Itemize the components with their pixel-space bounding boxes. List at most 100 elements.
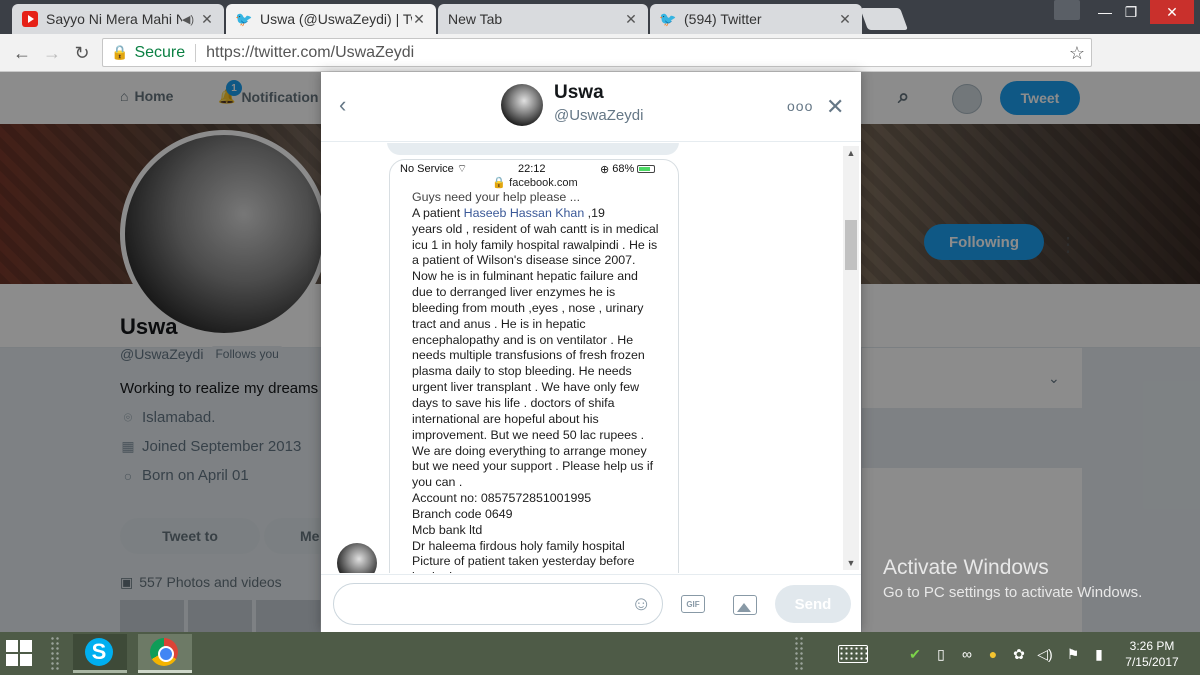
watermark-subtitle: Go to PC settings to activate Windows. <box>883 584 1143 601</box>
scrollbar-thumb[interactable] <box>845 220 857 270</box>
tab-title: Sayyo Ni Mera Mahi N <box>46 11 182 27</box>
battery-indicator: ⊕ 68% <box>600 163 656 176</box>
post-line: encephalopathy and is on ventilator . He <box>412 332 634 347</box>
skype-icon: S <box>85 638 113 666</box>
site-label: facebook.com <box>509 177 578 189</box>
close-tab-icon[interactable]: ✕ <box>200 11 214 28</box>
speaker-icon[interactable]: ◀) <box>182 13 194 26</box>
chrome-icon <box>150 638 178 666</box>
network-signal-icon[interactable]: ▮ <box>1090 645 1108 663</box>
post-line: icu 1 in holy family hospital rawalpindi… <box>412 237 658 252</box>
divider <box>195 43 197 62</box>
secure-label: Secure <box>134 43 186 61</box>
patient-name-link[interactable]: Haseeb Hassan Khan <box>464 206 585 220</box>
post-line: Dr haleema firdous holy family hospital <box>412 538 625 553</box>
post-line: international are hopeful about his <box>412 411 599 426</box>
rotation-lock-icon: ⊕ <box>600 163 610 176</box>
direct-message-dialog: ‹ Uswa @UswaZeydi ooo ✕ No Service ⌔ 22:… <box>321 72 861 632</box>
close-tab-icon[interactable]: ✕ <box>412 11 426 28</box>
taskbar-skype[interactable]: S <box>73 634 127 673</box>
dm-compose-bar: ☺ GIF Send <box>321 574 861 632</box>
tab-youtube[interactable]: Sayyo Ni Mera Mahi N ◀) ✕ <box>12 4 224 34</box>
close-tab-icon[interactable]: ✕ <box>624 11 638 28</box>
windows-start-icon[interactable] <box>6 640 34 668</box>
carrier-text: No Service ⌔ <box>400 162 467 176</box>
post-line: A patient Haseeb Hassan Khan ,19 <box>412 206 662 222</box>
post-line: urgent liver transplant . We have only f… <box>412 380 640 395</box>
forward-arrow-icon[interactable]: → <box>40 42 64 64</box>
sender-avatar[interactable] <box>337 543 377 573</box>
patient-age: ,19 <box>584 205 605 220</box>
lock-icon: 🔒 <box>492 177 507 189</box>
tab-title: (594) Twitter <box>684 11 762 27</box>
more-icon[interactable]: ooo <box>787 98 813 114</box>
image-icon[interactable] <box>733 595 757 615</box>
battery-icon <box>637 165 656 173</box>
tab-twitter-home[interactable]: 🐦 (594) Twitter ✕ <box>650 4 862 34</box>
chrome-profile-button[interactable] <box>1054 0 1080 20</box>
scroll-down-arrow-icon[interactable]: ▼ <box>843 556 859 570</box>
close-tab-icon[interactable]: ✕ <box>838 11 852 28</box>
post-line: intubation <box>412 570 662 573</box>
gif-icon[interactable]: GIF <box>681 595 705 613</box>
phone-time: 22:12 <box>518 163 546 175</box>
tray-check-icon[interactable]: ✔ <box>906 645 924 663</box>
watermark-title: Activate Windows <box>883 556 1049 579</box>
send-button[interactable]: Send <box>775 585 851 623</box>
post-line: years old , resident of wah cantt is in … <box>412 221 659 236</box>
tab-new-tab[interactable]: New Tab ✕ <box>438 4 648 34</box>
action-center-icon[interactable]: ⚑ <box>1064 645 1082 663</box>
tray-link-icon[interactable]: ∞ <box>958 645 976 663</box>
scroll-up-arrow-icon[interactable]: ▲ <box>843 146 859 160</box>
close-icon[interactable]: ✕ <box>826 94 844 120</box>
address-bar[interactable]: 🔒 Secure https://twitter.com/UswaZeydi ☆ <box>102 38 1092 67</box>
back-arrow-icon[interactable]: ← <box>10 42 34 64</box>
chevron-left-icon[interactable]: ‹ <box>339 92 346 118</box>
browser-tab-strip: Sayyo Ni Mera Mahi N ◀) ✕ 🐦 Uswa (@UswaZ… <box>0 0 1200 34</box>
post-line: plasma daily to stop bleeding. He needs <box>412 364 632 379</box>
tray-app-icon[interactable]: ✿ <box>1010 645 1028 663</box>
system-clock[interactable]: 3:26 PM 7/15/2017 <box>1116 638 1188 670</box>
new-tab-button[interactable] <box>859 8 909 30</box>
reload-icon[interactable]: ↻ <box>70 42 94 64</box>
tray-battery-icon[interactable]: ▯ <box>932 645 950 663</box>
post-line: Picture of patient taken yesterday befor… <box>412 554 635 569</box>
post-line: a patient of Wilson's disease since 2007… <box>412 253 636 268</box>
volume-icon[interactable]: ◁) <box>1036 645 1054 663</box>
message-input[interactable] <box>333 583 663 625</box>
taskbar-chrome[interactable] <box>138 634 192 673</box>
window-close-button[interactable]: ✕ <box>1150 0 1194 24</box>
post-line: improvement. But we need 50 lac rupees . <box>412 427 645 442</box>
scrollbar[interactable]: ▲ ▼ <box>843 146 859 570</box>
youtube-icon <box>22 11 38 27</box>
dm-handle[interactable]: @UswaZeydi <box>554 107 643 124</box>
carrier-label: No Service <box>400 163 454 175</box>
dm-header: ‹ Uswa @UswaZeydi ooo ✕ <box>321 72 861 142</box>
post-line: needs multiple transfusions of fresh fro… <box>412 348 645 363</box>
maximize-button[interactable]: ❐ <box>1114 0 1148 24</box>
message-image[interactable]: No Service ⌔ 22:12 ⊕ 68% 🔒 facebook.com … <box>389 159 679 573</box>
windows-taskbar: S ✔ ▯ ∞ ● ✿ ◁) ⚑ ▮ 3:26 PM 7/15/2017 <box>0 632 1200 675</box>
post-line-text: A patient <box>412 205 464 220</box>
message-bubble <box>387 143 679 155</box>
bookmark-star-icon[interactable]: ☆ <box>1069 43 1085 64</box>
twitter-bird-icon: 🐦 <box>235 10 253 27</box>
url-text[interactable]: https://twitter.com/UswaZeydi <box>206 44 414 62</box>
dm-avatar[interactable] <box>501 84 543 126</box>
touch-keyboard-icon[interactable] <box>838 645 868 663</box>
tray-emoji-icon[interactable]: ● <box>984 645 1002 663</box>
post-line: days to save his life . doctors of shifa <box>412 395 615 410</box>
lock-icon: 🔒 <box>111 44 129 60</box>
browser-toolbar: ← → ↻ 🔒 Secure https://twitter.com/UswaZ… <box>0 34 1200 100</box>
post-line: but we need your support . Please help u… <box>412 459 654 474</box>
post-line: you can . <box>412 475 463 490</box>
taskbar-gripper <box>50 636 60 671</box>
emoji-icon[interactable]: ☺ <box>631 593 651 616</box>
dm-name[interactable]: Uswa <box>554 82 604 104</box>
site-address: 🔒 facebook.com <box>390 176 678 189</box>
post-line: Branch code 0649 <box>412 506 513 521</box>
dm-conversation: No Service ⌔ 22:12 ⊕ 68% 🔒 facebook.com … <box>321 143 861 573</box>
tab-title: New Tab <box>448 11 503 27</box>
tab-uswa-profile[interactable]: 🐦 Uswa (@UswaZeydi) | Tw ✕ <box>226 4 436 34</box>
clock-time: 3:26 PM <box>1129 639 1175 653</box>
